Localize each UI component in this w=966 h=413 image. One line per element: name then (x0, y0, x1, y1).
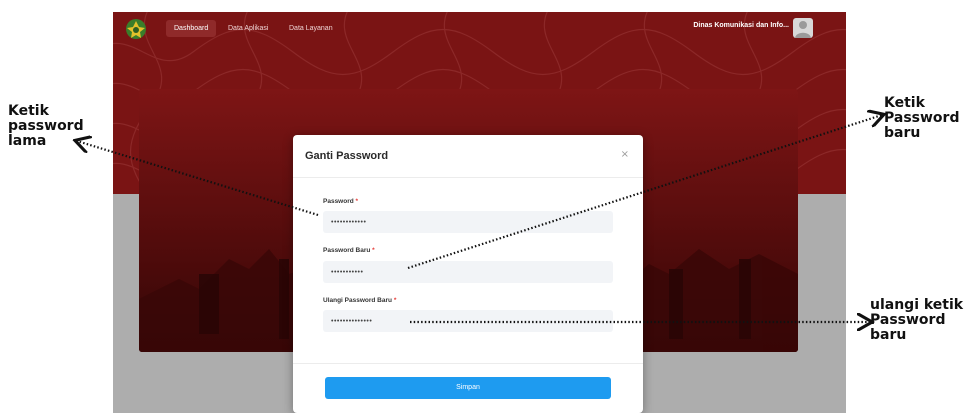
arrow-old-password (77, 141, 319, 217)
annotation-line: Ketik (884, 95, 925, 111)
arrow-new-password (407, 115, 882, 270)
annotation-arrows (0, 0, 966, 413)
annotation-line: Password (870, 312, 946, 328)
annotation-old-password: Ketik password lama (8, 104, 84, 149)
annotation-line: lama (8, 133, 47, 149)
annotation-line: baru (884, 125, 921, 141)
annotation-line: baru (870, 327, 907, 343)
annotation-repeat-password: ulangi ketik Password baru (870, 298, 963, 343)
annotation-new-password: Ketik Password baru (884, 96, 959, 141)
annotation-line: password (8, 118, 84, 134)
annotation-line: ulangi ketik (870, 297, 964, 313)
annotation-line: Password (884, 110, 960, 126)
annotation-line: Ketik (8, 103, 49, 119)
